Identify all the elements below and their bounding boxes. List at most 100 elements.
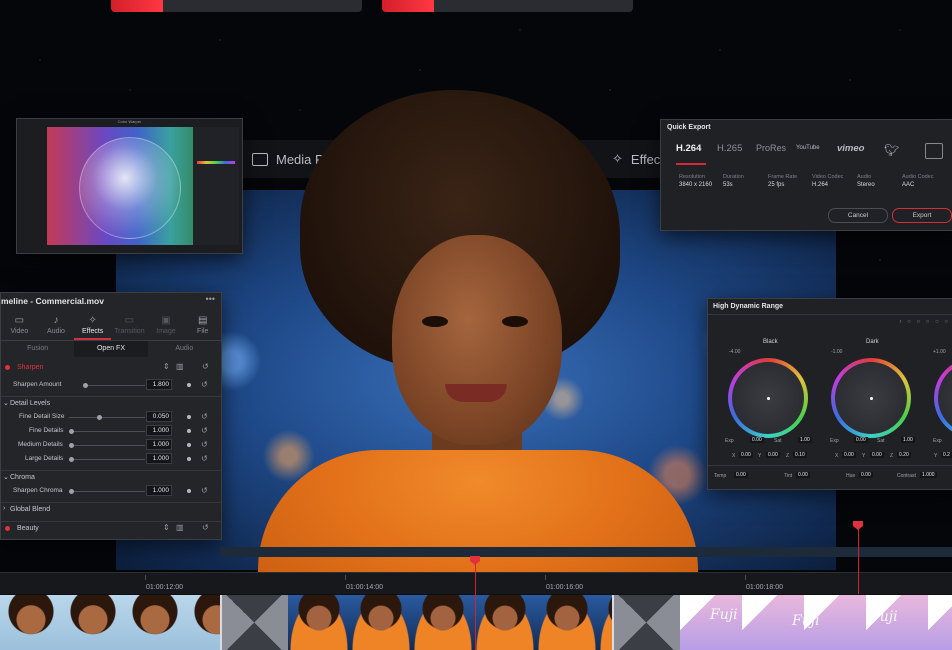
format-youtube[interactable]: YouTube xyxy=(796,145,820,151)
playhead-line[interactable] xyxy=(475,560,476,650)
value-field[interactable]: 1.000 xyxy=(146,485,172,496)
vectorscope-display[interactable] xyxy=(47,127,211,245)
dark-z-value[interactable]: 0.20 xyxy=(897,452,911,458)
chroma-header[interactable]: ⌄ Chroma xyxy=(1,470,221,485)
top-card-right[interactable] xyxy=(382,0,633,12)
tab-audio[interactable]: ♪ Audio xyxy=(38,312,75,340)
reset-icon[interactable]: ↺ xyxy=(201,440,208,449)
global-blend-header[interactable]: › Global Blend xyxy=(1,502,221,517)
reset-icon[interactable]: ↺ xyxy=(201,426,208,435)
keyframe-dot[interactable] xyxy=(187,457,191,461)
tab-effects[interactable]: ✧ Effects xyxy=(74,312,112,340)
tab-file[interactable]: ▤ File xyxy=(184,312,221,340)
medium-details-row[interactable]: Medium Details 1.000 ↺ xyxy=(1,439,221,452)
sharpen-chroma-row[interactable]: Sharpen Chroma 1.000 ↺ xyxy=(1,485,221,498)
tab-file-label: File xyxy=(197,328,209,335)
transition-clip[interactable] xyxy=(220,595,289,650)
dark-y-value[interactable]: 0.00 xyxy=(870,452,884,458)
keyframe-dot[interactable] xyxy=(187,429,191,433)
large-details-row[interactable]: Large Details 1.000 ↺ xyxy=(1,453,221,466)
contrast-value[interactable]: 1.000 xyxy=(920,472,937,478)
format-h265[interactable]: H.265 xyxy=(717,143,742,154)
clip-smiling-portrait[interactable] xyxy=(0,595,221,650)
top-card-left[interactable] xyxy=(111,0,362,12)
reset-icon[interactable]: ↺ xyxy=(201,454,208,463)
twitter-icon[interactable]: 🐦︎ xyxy=(884,143,899,157)
marker-line[interactable] xyxy=(858,526,859,594)
trash-icon[interactable]: ▥ xyxy=(176,523,184,532)
reset-icon[interactable]: ↺ xyxy=(201,380,208,389)
black-z-value[interactable]: 0.10 xyxy=(793,452,807,458)
share-icon[interactable] xyxy=(925,143,943,159)
keyframe-dot[interactable] xyxy=(187,383,191,387)
slider[interactable] xyxy=(69,429,145,434)
dark-sat-value[interactable]: 1.00 xyxy=(901,437,915,443)
black-sat-value[interactable]: 1.00 xyxy=(798,437,812,443)
row-label: Fine Details xyxy=(29,427,64,434)
slider[interactable] xyxy=(69,415,145,420)
transition-clip[interactable] xyxy=(612,595,681,650)
format-prores[interactable]: ProRes xyxy=(756,143,786,153)
media-pool-icon xyxy=(252,152,268,166)
effects-button[interactable]: ✧ Effec xyxy=(612,140,660,178)
subtab-fusion[interactable]: Fusion xyxy=(1,341,74,357)
slider[interactable] xyxy=(69,457,145,462)
fine-detail-size-row[interactable]: Fine Detail Size 0.050 ↺ xyxy=(1,411,221,424)
trash-icon[interactable]: ▥ xyxy=(176,362,184,371)
value-field[interactable]: 1.000 xyxy=(146,425,172,436)
tab-transition[interactable]: ▭ Transition xyxy=(111,312,148,340)
reset-icon[interactable]: ↺ xyxy=(201,412,208,421)
detail-levels-header[interactable]: ⌄ Detail Levels xyxy=(1,396,221,411)
slider[interactable] xyxy=(69,443,145,448)
reorder-icon[interactable]: ⇕ xyxy=(163,523,170,532)
scope-title: Color Warper xyxy=(117,119,142,124)
tab-video[interactable]: ▭ Video xyxy=(1,312,38,340)
slider[interactable] xyxy=(83,383,145,388)
tint-value[interactable]: 0.00 xyxy=(796,472,810,478)
black-y-value[interactable]: 0.00 xyxy=(766,452,780,458)
value-field[interactable]: 1.800 xyxy=(146,379,172,390)
keyframe-dot[interactable] xyxy=(187,415,191,419)
format-h264[interactable]: H.264 xyxy=(676,143,701,154)
enable-dot-icon[interactable] xyxy=(5,526,10,531)
subtab-openfx[interactable]: Open FX xyxy=(74,341,148,357)
third-y-value[interactable]: 0.2 xyxy=(941,452,952,458)
color-wheel-dark[interactable] xyxy=(831,358,911,438)
temp-value[interactable]: 0.00 xyxy=(734,472,748,478)
dark-exp-value[interactable]: 0.00 xyxy=(854,437,868,443)
timeline-ruler[interactable]: 01:00:12:00 01:00:14:00 01:00:16:00 01:0… xyxy=(0,572,952,595)
keyframe-dot[interactable] xyxy=(187,443,191,447)
reset-icon[interactable]: ↺ xyxy=(201,486,208,495)
black-exp-value[interactable]: 0.00 xyxy=(750,437,764,443)
clip-fuji[interactable]: Fuji Fuji Fuji xyxy=(680,595,952,650)
slider[interactable] xyxy=(69,489,145,494)
tab-image[interactable]: ▣ Image xyxy=(148,312,185,340)
beauty-header[interactable]: Beauty ⇕ ▥ ↺ xyxy=(1,521,221,536)
subtab-audio[interactable]: Audio xyxy=(148,341,221,357)
value-field[interactable]: 0.050 xyxy=(146,411,172,422)
scope-side-controls[interactable] xyxy=(193,127,239,245)
timeline-audio-track[interactable] xyxy=(220,547,952,557)
value-field[interactable]: 1.000 xyxy=(146,453,172,464)
export-button[interactable]: Export xyxy=(892,208,952,223)
enable-dot-icon[interactable] xyxy=(5,365,10,370)
fine-details-row[interactable]: Fine Details 1.000 ↺ xyxy=(1,425,221,438)
keyframe-dot[interactable] xyxy=(187,489,191,493)
clip-orange-sweater[interactable] xyxy=(288,595,613,650)
sharpen-amount-row[interactable]: Sharpen Amount 1.800 ↺ xyxy=(1,379,221,392)
reorder-icon[interactable]: ⇕ xyxy=(163,362,170,371)
value-field[interactable]: 1.000 xyxy=(146,439,172,450)
sharpen-header[interactable]: Sharpen ⇕ ▥ ↺ xyxy=(1,361,221,375)
reset-icon[interactable]: ↺ xyxy=(202,523,209,532)
more-options-icon[interactable]: ••• xyxy=(206,294,215,304)
hue-value[interactable]: 0.00 xyxy=(859,472,873,478)
timeline-video-track[interactable]: Fuji Fuji Fuji xyxy=(0,594,952,650)
zone-dots[interactable]: ‹ ○ ○ ○ ○ ○ xyxy=(900,319,950,325)
format-vimeo[interactable]: vimeo xyxy=(837,143,864,154)
black-x-value[interactable]: 0.00 xyxy=(739,452,753,458)
cancel-button[interactable]: Cancel xyxy=(828,208,888,223)
vectorscope-panel[interactable]: Color Warper xyxy=(16,118,243,254)
reset-icon[interactable]: ↺ xyxy=(202,362,209,371)
dark-x-value[interactable]: 0.00 xyxy=(842,452,856,458)
color-wheel-black[interactable] xyxy=(728,358,808,438)
